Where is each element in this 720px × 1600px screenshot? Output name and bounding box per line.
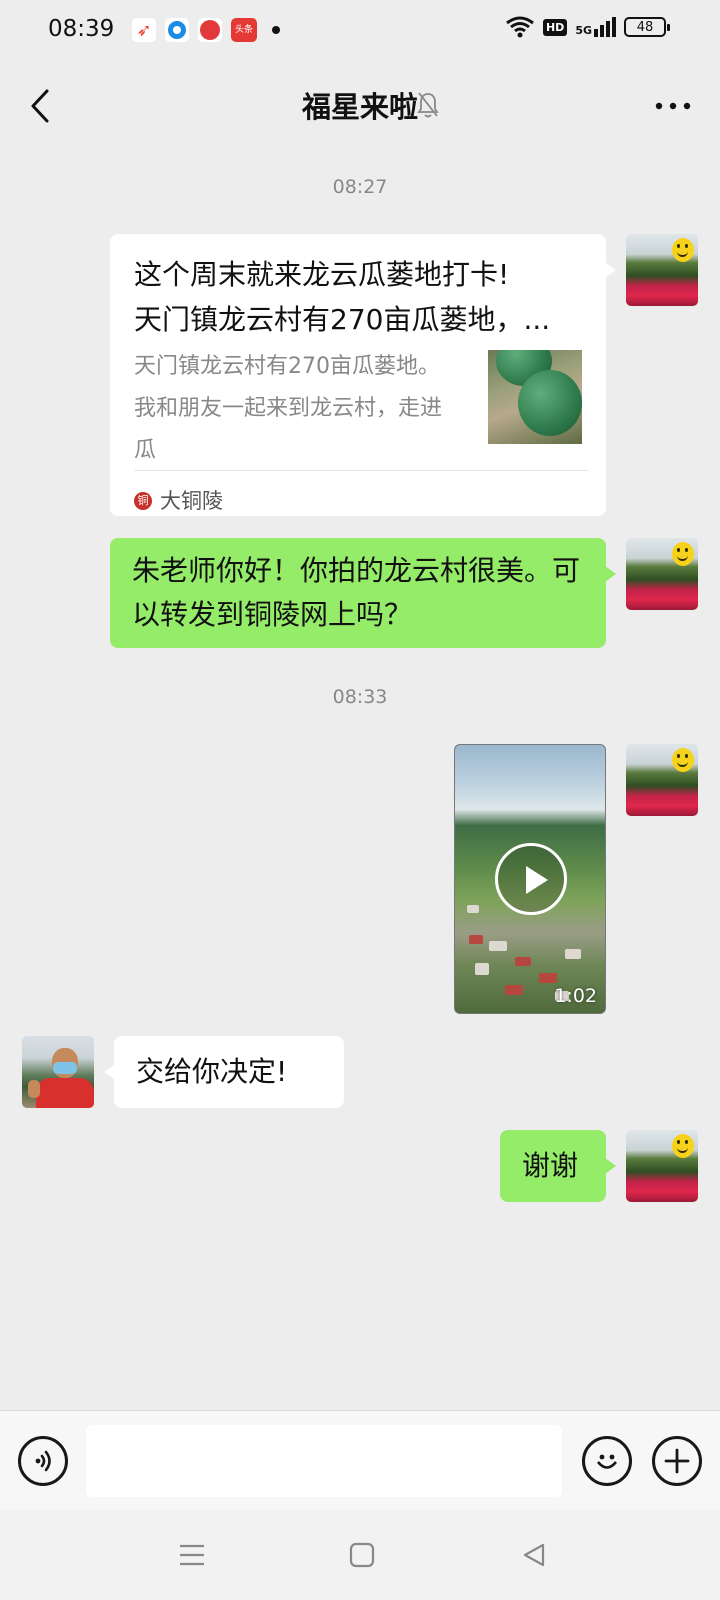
link-card-title: 这个周末就来龙云瓜蒌地打卡! 天门镇龙云村有270亩瓜蒌地，... xyxy=(134,252,582,342)
plus-icon xyxy=(664,1448,690,1474)
toutiao-app-icon: 头条 xyxy=(231,18,257,42)
chat-header: 福星来啦 xyxy=(0,64,720,150)
system-nav-bar xyxy=(0,1510,720,1600)
chat-title: 福星来啦 xyxy=(301,90,418,124)
back-triangle-icon xyxy=(523,1543,545,1567)
compass-app-icon: ➶ xyxy=(132,18,156,42)
source-logo-icon: 铜 xyxy=(134,492,152,510)
menu-icon xyxy=(180,1544,204,1566)
smiley-balloon-icon xyxy=(672,1134,694,1158)
outgoing-message[interactable]: 谢谢 xyxy=(500,1130,616,1202)
link-card-message[interactable]: 这个周末就来龙云瓜蒌地打卡! 天门镇龙云村有270亩瓜蒌地，... 天门镇龙云村… xyxy=(110,234,616,516)
hd-badge: HD xyxy=(542,18,568,36)
voice-input-button[interactable] xyxy=(18,1436,68,1486)
avatar-contact[interactable] xyxy=(22,1036,94,1108)
home-square-icon xyxy=(349,1542,375,1568)
battery-icon: 48 xyxy=(624,17,670,37)
link-card-divider xyxy=(134,470,588,471)
link-card-title-line-1: 这个周末就来龙云瓜蒌地打卡! xyxy=(134,258,510,291)
notification-icons: ➶ 头条 xyxy=(132,18,280,42)
play-button[interactable] xyxy=(495,843,567,915)
voice-wave-icon xyxy=(35,1450,51,1472)
status-bar: 08:39 ➶ 头条 HD 5G 48 xyxy=(0,0,720,64)
back-nav-button[interactable] xyxy=(514,1540,554,1570)
avatar-self[interactable] xyxy=(626,538,698,610)
link-card-source-name: 大铜陵 xyxy=(160,489,223,513)
avatar-self[interactable] xyxy=(626,1130,698,1202)
more-notifications-dot-icon xyxy=(272,26,280,34)
avatar-self[interactable] xyxy=(626,234,698,306)
smiley-balloon-icon xyxy=(672,542,694,566)
system-icons: HD 5G 48 xyxy=(505,16,670,38)
home-button[interactable] xyxy=(342,1540,382,1570)
link-card-thumbnail xyxy=(488,350,582,444)
wifi-icon xyxy=(506,16,534,38)
message-timestamp: 08:27 xyxy=(332,176,388,198)
mute-bell-icon xyxy=(417,92,439,118)
chat-title-wrap: 福星来啦 xyxy=(0,84,720,126)
message-timestamp: 08:33 xyxy=(332,686,388,708)
avatar-self[interactable] xyxy=(626,744,698,816)
red-circle-app-icon xyxy=(198,18,222,42)
play-icon xyxy=(526,866,548,894)
signal-icon: 5G xyxy=(575,17,616,37)
message-input[interactable] xyxy=(86,1425,562,1497)
outgoing-message[interactable]: 朱老师你好！你拍的龙云村很美。可以转发到铜陵网上吗？ xyxy=(110,538,616,648)
link-card-source: 铜 大铜陵 xyxy=(134,479,223,523)
battery-level: 48 xyxy=(636,19,654,35)
smiley-balloon-icon xyxy=(672,748,694,772)
network-type-label: 5G xyxy=(575,24,592,37)
more-options-button[interactable] xyxy=(650,88,696,124)
status-time: 08:39 xyxy=(48,16,115,42)
circle-app-icon xyxy=(165,18,189,42)
video-duration: 1:02 xyxy=(554,985,597,1007)
recent-apps-button[interactable] xyxy=(172,1540,212,1570)
video-message[interactable]: 1:02 xyxy=(454,744,606,1014)
emoji-button[interactable] xyxy=(582,1436,632,1486)
incoming-message[interactable]: 交给你决定! xyxy=(104,1036,344,1108)
message-input-bar xyxy=(0,1410,720,1510)
more-dots-icon xyxy=(655,102,691,110)
smiley-icon xyxy=(596,1454,618,1469)
more-functions-button[interactable] xyxy=(652,1436,702,1486)
link-card-description: 天门镇龙云村有270亩瓜蒌地。我和朋友一起来到龙云村，走进瓜 xyxy=(134,354,443,463)
link-card-title-line-2: 天门镇龙云村有270亩瓜蒌地，... xyxy=(134,303,551,336)
smiley-balloon-icon xyxy=(672,238,694,262)
